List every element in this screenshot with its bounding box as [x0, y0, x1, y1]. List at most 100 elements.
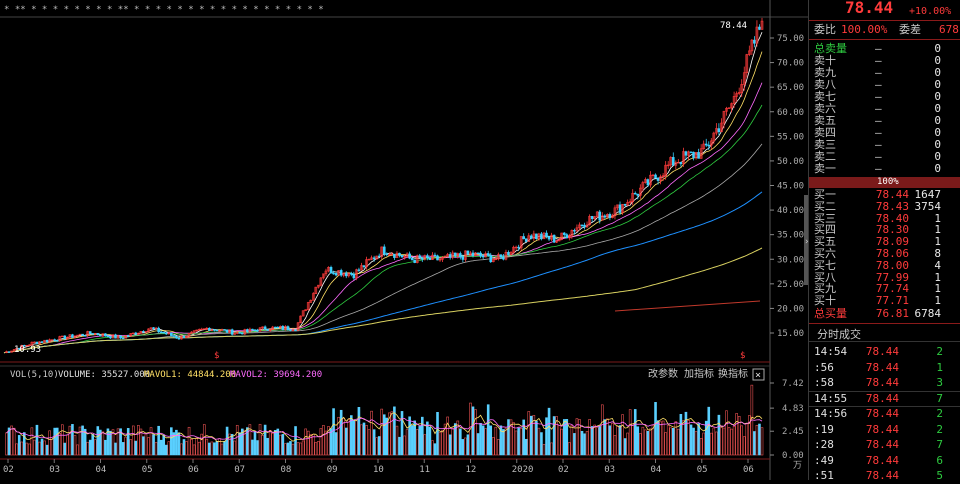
committee-ratio-label: 委比: [814, 24, 836, 36]
volume-bar: [206, 439, 208, 455]
swap-indicator-button[interactable]: 换指标: [718, 367, 748, 380]
volume-bar: [376, 438, 378, 455]
candle-body: [33, 342, 35, 343]
volume-bar: [708, 407, 710, 455]
time-tick-label: 10: [373, 465, 384, 475]
volume-bar: [289, 441, 291, 455]
candle-body: [530, 236, 532, 239]
volume-bar: [234, 441, 236, 455]
volume-bar: [497, 439, 499, 455]
candle-body: [54, 340, 56, 341]
volume-bar: [553, 417, 555, 455]
candle-body: [401, 256, 403, 257]
candle-body: [292, 330, 294, 331]
volume-bar: [74, 435, 76, 455]
price-series: [4, 21, 762, 353]
volume-bar: [64, 443, 66, 455]
candle-body: [705, 144, 707, 145]
volume-bar: [208, 443, 210, 455]
volume-bar: [690, 425, 692, 455]
volume-bar: [687, 420, 689, 455]
volume-bar: [61, 425, 63, 455]
volume-bar: [404, 436, 406, 455]
volume-bar: [452, 428, 454, 455]
volume-bar: [350, 416, 352, 455]
volume-bar: [36, 425, 38, 455]
candle-body: [46, 340, 48, 342]
volume-bar: [150, 428, 152, 455]
trade-row: 14:5678.442: [809, 406, 960, 422]
volume-bar: [360, 425, 362, 455]
volume-bar: [667, 426, 669, 455]
volume-bar: [287, 443, 289, 455]
volume-bar: [634, 409, 636, 455]
candle-body: [548, 237, 550, 239]
candle-body: [84, 335, 86, 336]
volume-header: VOL(5,10) VOLUME: 35527.000 MAVOL1: 4484…: [10, 370, 322, 380]
buy-level-price: 77.71: [865, 295, 909, 307]
volume-bar: [54, 428, 56, 455]
candle-body: [398, 253, 400, 255]
volume-bar: [652, 425, 654, 455]
candle-body: [257, 330, 259, 331]
volume-bar: [639, 434, 641, 455]
volume-bar: [196, 438, 198, 455]
volume-bar: [449, 435, 451, 455]
volume-bar: [31, 428, 33, 455]
trade-price: 78.44: [855, 422, 899, 438]
trades-title[interactable]: 分时成交: [817, 326, 861, 342]
volume-bar: [695, 432, 697, 455]
trade-price: 78.44: [855, 453, 899, 469]
trade-price: 78.44: [855, 391, 899, 407]
volume-bar: [705, 421, 707, 455]
kline-chart[interactable]: * ** * * * * * * * * ** * * * * * * * * …: [0, 0, 808, 480]
volume-bar: [224, 441, 226, 455]
chart-area[interactable]: * ** * * * * * * * * ** * * * * * * * * …: [0, 0, 808, 480]
sell-level-price: —: [875, 163, 882, 175]
add-indicator-button[interactable]: 加指标: [684, 367, 714, 380]
trade-price: 78.44: [855, 468, 899, 484]
candle-body: [107, 336, 109, 337]
volume-bar: [44, 441, 46, 455]
volume-bar: [381, 409, 383, 455]
candle-body: [213, 330, 215, 331]
time-tick-label: 02: [558, 465, 569, 475]
candle-body: [254, 330, 256, 331]
volume-bar: [345, 428, 347, 455]
trade-price: 78.44: [855, 360, 899, 376]
trade-row: :5178.445: [809, 468, 960, 484]
total-buy-row: 总买量 76.81 6784: [809, 308, 960, 320]
vol-label: VOLUME: 35527.000: [58, 370, 150, 380]
volume-bar: [69, 426, 71, 455]
candle-body: [414, 260, 416, 263]
candle-body: [246, 330, 248, 332]
candle-body: [226, 330, 228, 333]
time-tick-label: 11: [419, 465, 430, 475]
volume-bar: [355, 421, 357, 455]
volume-bar: [596, 428, 598, 455]
volume-bar: [464, 438, 466, 455]
volume-bar: [723, 428, 725, 455]
volume-bar: [758, 424, 760, 455]
candle-body: [274, 327, 276, 328]
time-tick-label: 07: [234, 465, 245, 475]
volume-bar: [439, 433, 441, 455]
change-params-button[interactable]: 改参数: [648, 367, 678, 380]
volume-bar: [158, 426, 160, 455]
price-tick-label: 65.00: [777, 83, 804, 93]
volume-bar: [155, 442, 157, 455]
candle-body: [680, 162, 682, 164]
volume-bar: [665, 433, 667, 455]
volume-bar: [515, 431, 517, 455]
volume-bar: [186, 441, 188, 455]
candle-body: [502, 257, 504, 259]
candle-body: [426, 256, 428, 258]
volume-bar: [573, 433, 575, 455]
volume-bar: [507, 420, 509, 455]
candle-body: [386, 254, 388, 255]
buy-level-label: 买十: [814, 295, 836, 307]
total-buy-label: 总买量: [814, 308, 847, 320]
volume-bar: [170, 428, 172, 455]
total-buy-price: 76.81: [865, 308, 909, 320]
candle-body: [482, 256, 484, 257]
